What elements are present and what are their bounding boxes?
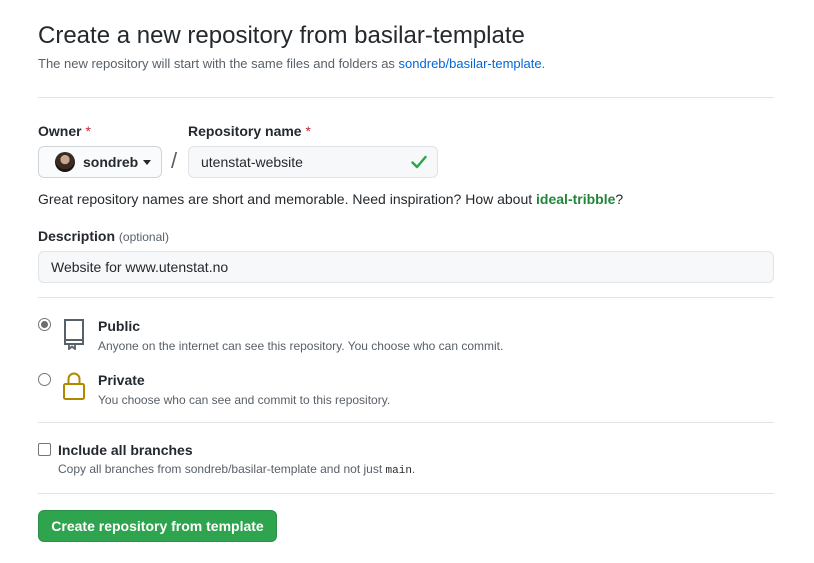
page-subtitle: The new repository will start with the s… (38, 56, 546, 71)
include-branches-label: Include all branches (58, 442, 193, 458)
include-branches-description: Copy all branches from sondreb/basilar-t… (58, 462, 416, 477)
owner-select-button[interactable]: sondreb (38, 146, 162, 178)
create-repository-button[interactable]: Create repository from template (38, 510, 277, 542)
repo-name-value: utenstat-website (201, 154, 303, 170)
private-title: Private (98, 372, 145, 388)
divider (38, 97, 774, 98)
lock-icon (63, 372, 85, 400)
owner-name-separator: / (171, 148, 178, 173)
template-repo-link[interactable]: sondreb/basilar-template (399, 56, 542, 71)
include-branches-checkbox[interactable] (38, 443, 51, 456)
divider (38, 422, 774, 423)
repo-name-input[interactable]: utenstat-website (188, 146, 438, 178)
description-label: Description (optional) (38, 228, 169, 244)
divider (38, 493, 774, 494)
description-value: Website for www.utenstat.no (51, 259, 229, 275)
page-title: Create a new repository from basilar-tem… (38, 22, 525, 49)
check-icon (411, 155, 427, 169)
divider (38, 297, 774, 298)
name-suggestion-link[interactable]: ideal-tribble (536, 191, 615, 207)
required-mark: * (305, 123, 311, 139)
owner-name: sondreb (83, 154, 139, 170)
branch-name-code: main (385, 465, 412, 477)
repo-icon (64, 319, 84, 350)
required-mark: * (85, 123, 91, 139)
public-description: Anyone on the internet can see this repo… (98, 339, 504, 353)
chevron-down-icon (143, 159, 152, 165)
repo-name-label: Repository name * (188, 123, 311, 139)
optional-tag: (optional) (118, 230, 169, 244)
public-radio[interactable] (38, 318, 51, 331)
description-input[interactable]: Website for www.utenstat.no (38, 251, 774, 283)
private-description: You choose who can see and commit to thi… (98, 393, 391, 407)
public-title: Public (98, 318, 141, 334)
name-suggestion-hint: Great repository names are short and mem… (38, 191, 624, 207)
private-radio[interactable] (38, 373, 51, 386)
avatar (55, 152, 75, 172)
owner-label: Owner * (38, 123, 91, 139)
